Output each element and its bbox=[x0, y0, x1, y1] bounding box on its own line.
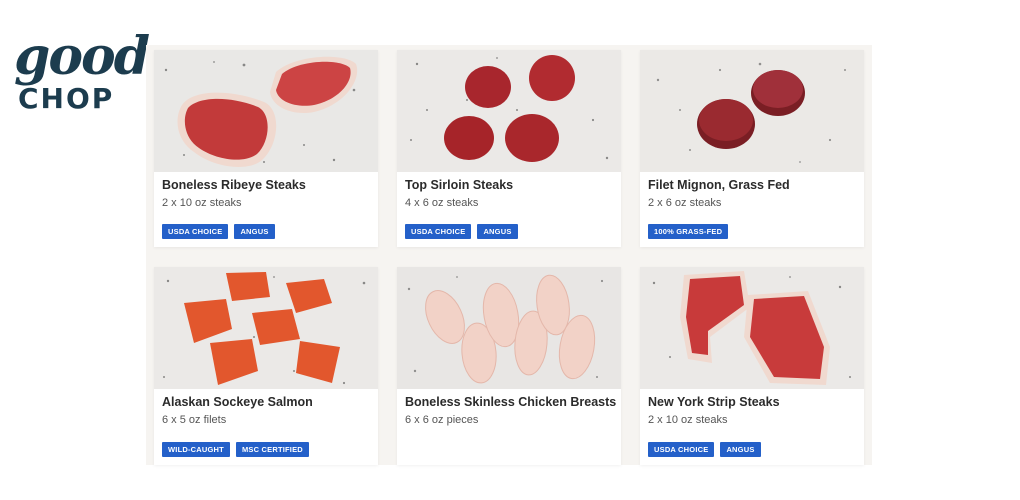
product-portion: 6 x 6 oz pieces bbox=[405, 414, 479, 426]
logo-wordmark-good: good bbox=[14, 26, 150, 87]
product-name[interactable]: Boneless Skinless Chicken Breasts bbox=[405, 395, 621, 409]
good-chop-logo[interactable]: good CHOP bbox=[14, 26, 150, 125]
product-card-strip[interactable]: New York Strip Steaks 2 x 10 oz steaks U… bbox=[640, 267, 864, 465]
product-card-salmon[interactable]: Alaskan Sockeye Salmon 6 x 5 oz filets W… bbox=[154, 267, 378, 465]
product-name[interactable]: Alaskan Sockeye Salmon bbox=[162, 395, 378, 409]
product-name[interactable]: Top Sirloin Steaks bbox=[405, 178, 621, 192]
salmon-filets-image[interactable] bbox=[154, 267, 378, 389]
product-badges: 100% GRASS-FED bbox=[648, 224, 729, 239]
product-name[interactable]: New York Strip Steaks bbox=[648, 395, 864, 409]
ribeye-steaks-image[interactable] bbox=[154, 50, 378, 172]
badge-usda-choice: USDA CHOICE bbox=[405, 224, 472, 239]
badge-msc-certified: MSC CERTIFIED bbox=[235, 442, 309, 457]
product-portion: 6 x 5 oz filets bbox=[162, 414, 227, 426]
product-card-ribeye[interactable]: Boneless Ribeye Steaks 2 x 10 oz steaks … bbox=[154, 50, 378, 247]
badge-wild-caught: WILD-CAUGHT bbox=[162, 442, 230, 457]
product-card-sirloin[interactable]: Top Sirloin Steaks 4 x 6 oz steaks USDA … bbox=[397, 50, 621, 247]
sirloin-steaks-image[interactable] bbox=[397, 50, 621, 172]
badge-angus: ANGUS bbox=[477, 224, 518, 239]
logo-wordmark-chop: CHOP bbox=[18, 82, 115, 115]
badge-usda-choice: USDA CHOICE bbox=[648, 442, 715, 457]
badge-grass-fed: 100% GRASS-FED bbox=[648, 224, 729, 239]
badge-angus: ANGUS bbox=[720, 442, 761, 457]
product-portion: 2 x 6 oz steaks bbox=[648, 197, 722, 209]
product-portion: 2 x 10 oz steaks bbox=[648, 414, 728, 426]
product-name[interactable]: Filet Mignon, Grass Fed bbox=[648, 178, 864, 192]
badge-angus: ANGUS bbox=[234, 224, 275, 239]
product-card-chicken[interactable]: Boneless Skinless Chicken Breasts 6 x 6 … bbox=[397, 267, 621, 465]
product-name[interactable]: Boneless Ribeye Steaks bbox=[162, 178, 378, 192]
product-grid: Boneless Ribeye Steaks 2 x 10 oz steaks … bbox=[146, 45, 872, 465]
product-portion: 2 x 10 oz steaks bbox=[162, 197, 242, 209]
filet-mignon-image[interactable] bbox=[640, 50, 864, 172]
product-badges: USDA CHOICE ANGUS bbox=[162, 224, 275, 239]
chicken-breasts-image[interactable] bbox=[397, 267, 621, 389]
product-badges: WILD-CAUGHT MSC CERTIFIED bbox=[162, 442, 309, 457]
badge-usda-choice: USDA CHOICE bbox=[162, 224, 229, 239]
product-portion: 4 x 6 oz steaks bbox=[405, 197, 479, 209]
product-card-filet[interactable]: Filet Mignon, Grass Fed 2 x 6 oz steaks … bbox=[640, 50, 864, 247]
strip-steaks-image[interactable] bbox=[640, 267, 864, 389]
product-badges: USDA CHOICE ANGUS bbox=[648, 442, 761, 457]
product-badges: USDA CHOICE ANGUS bbox=[405, 224, 518, 239]
